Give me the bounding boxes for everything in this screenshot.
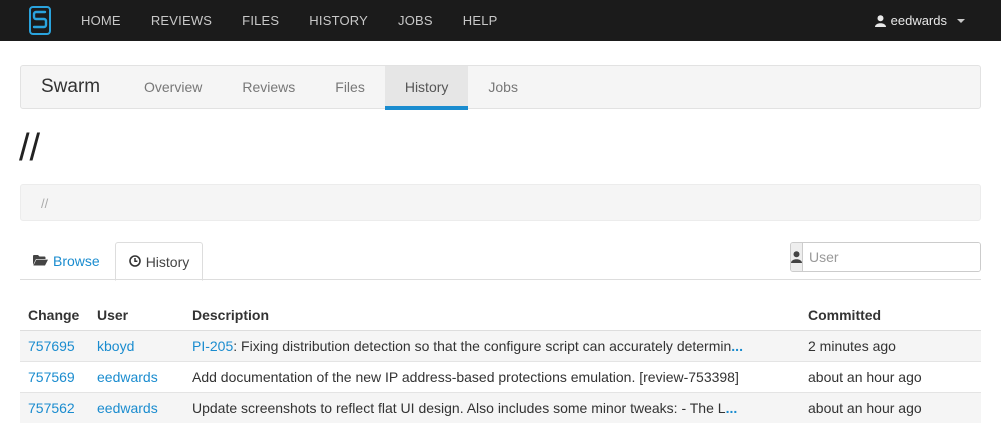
- page-title: //: [19, 127, 41, 169]
- tab-browse[interactable]: Browse: [20, 242, 113, 280]
- chevron-down-icon: [957, 18, 965, 23]
- committed-time: about an hour ago: [800, 391, 981, 423]
- tab-history-label: History: [145, 253, 190, 270]
- breadcrumb[interactable]: //: [20, 184, 981, 221]
- table-row[interactable]: 757695 kboyd PI-205: Fixing distribution…: [20, 329, 981, 361]
- user-name: eedwards: [890, 13, 947, 28]
- tab-divider: [20, 279, 981, 280]
- tab-overview[interactable]: Overview: [124, 66, 222, 108]
- nav-history[interactable]: HISTORY: [294, 0, 383, 41]
- user-filter: [790, 242, 981, 272]
- header-committed[interactable]: Committed: [800, 300, 981, 331]
- expand-description[interactable]: ...: [726, 400, 738, 416]
- swarm-logo-icon[interactable]: [29, 6, 51, 35]
- user-link[interactable]: eedwards: [97, 400, 158, 416]
- nav-reviews[interactable]: REVIEWS: [136, 0, 227, 41]
- tab-jobs[interactable]: Jobs: [468, 66, 538, 108]
- description-text: Update screenshots to reflect flat UI de…: [192, 399, 726, 416]
- nav-files[interactable]: FILES: [227, 0, 294, 41]
- nav-jobs[interactable]: JOBS: [383, 0, 448, 41]
- description-cell: PI-205: Fixing distribution detection so…: [184, 329, 800, 361]
- nav-help[interactable]: HELP: [448, 0, 513, 41]
- user-menu[interactable]: eedwards: [874, 0, 965, 41]
- table-row[interactable]: 757569 eedwards Add documentation of the…: [20, 360, 981, 392]
- project-tabs: Overview Reviews Files History Jobs: [124, 66, 538, 110]
- user-link[interactable]: kboyd: [97, 338, 134, 354]
- top-navbar: HOME REVIEWS FILES HISTORY JOBS HELP eed…: [0, 0, 1001, 41]
- committed-time: about an hour ago: [800, 360, 981, 392]
- change-link[interactable]: 757569: [28, 369, 75, 385]
- committed-time: 2 minutes ago: [800, 329, 981, 361]
- nav-home[interactable]: HOME: [66, 0, 136, 41]
- main-nav: HOME REVIEWS FILES HISTORY JOBS HELP: [66, 0, 513, 41]
- change-link[interactable]: 757562: [28, 400, 75, 416]
- job-link[interactable]: PI-205: [192, 338, 233, 354]
- user-filter-input[interactable]: [803, 243, 980, 271]
- tab-browse-label: Browse: [53, 253, 100, 269]
- description-cell: Update screenshots to reflect flat UI de…: [184, 391, 800, 423]
- user-link[interactable]: eedwards: [97, 369, 158, 385]
- project-brand[interactable]: Swarm: [41, 66, 100, 108]
- file-tabs: Browse History: [20, 242, 204, 281]
- project-navbar: Swarm Overview Reviews Files History Job…: [20, 65, 981, 110]
- expand-description[interactable]: ...: [731, 338, 743, 354]
- description-text: : Fixing distribution detection so that …: [233, 337, 732, 354]
- tab-history[interactable]: History: [384, 66, 469, 110]
- user-filter-icon: [791, 243, 803, 271]
- tab-files[interactable]: Files: [315, 66, 385, 108]
- folder-open-icon: [33, 253, 48, 269]
- header-user[interactable]: User: [89, 300, 184, 331]
- description-text: Add documentation of the new IP address-…: [192, 368, 739, 385]
- table-header-row: Change User Description Committed: [20, 300, 981, 331]
- header-description[interactable]: Description: [184, 300, 800, 331]
- user-icon: [874, 14, 886, 27]
- history-table: Change User Description Committed 757695…: [20, 300, 981, 423]
- table-row[interactable]: 757562 eedwards Update screenshots to re…: [20, 391, 981, 423]
- tab-history-files[interactable]: History: [114, 242, 204, 281]
- clock-icon: [128, 254, 141, 270]
- tab-reviews[interactable]: Reviews: [222, 66, 315, 108]
- change-link[interactable]: 757695: [28, 338, 75, 354]
- description-cell: Add documentation of the new IP address-…: [184, 360, 800, 392]
- header-change[interactable]: Change: [20, 300, 89, 331]
